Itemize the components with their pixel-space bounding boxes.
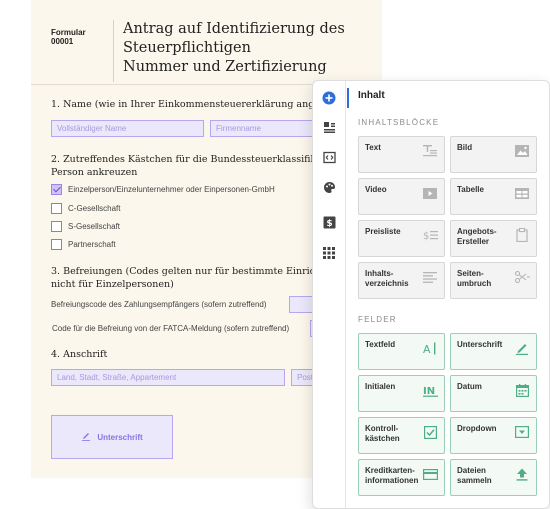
dropdown-icon — [514, 424, 530, 440]
checkbox[interactable] — [51, 202, 62, 214]
quote-builder-icon — [514, 227, 530, 243]
payee-code-label: Befreiungscode des Zahlungsempfängers (s… — [51, 300, 267, 309]
tile-label: Video — [365, 185, 387, 194]
title-line: Antrag auf Identifizierung des — [123, 21, 345, 37]
initials-icon: IN — [422, 382, 438, 398]
tile-label: Dateien sammeln — [457, 466, 492, 485]
section-name-heading: 1. Name (wie in Ihrer Einkommensteuererk… — [51, 99, 354, 110]
checkbox[interactable] — [51, 183, 62, 195]
pen-icon — [81, 431, 91, 443]
svg-text:$: $ — [326, 219, 332, 229]
tile-label: Preisliste — [365, 227, 401, 236]
add-icon[interactable] — [321, 90, 337, 106]
field-credit-card[interactable]: Kreditkarten- informationen — [358, 459, 445, 496]
block-text[interactable]: Text — [358, 136, 445, 173]
tile-label: Datum — [457, 382, 482, 391]
checkbox-option-c-corp[interactable]: C-Gesellschaft — [51, 202, 120, 214]
tile-label: Angebots- Ersteller — [457, 227, 497, 246]
form-number: 00001 — [51, 37, 74, 46]
palette-icon[interactable] — [321, 179, 337, 195]
svg-text:IN: IN — [423, 386, 435, 397]
address-field[interactable]: Land, Stadt, Straße, Appartement — [51, 369, 285, 386]
signature-label: Unterschrift — [97, 432, 143, 442]
checkbox[interactable] — [51, 220, 62, 232]
checkbox-label: C-Gesellschaft — [68, 203, 121, 213]
price-list-icon: $ — [422, 227, 438, 243]
field-text[interactable]: Textfeld A — [358, 333, 445, 370]
checkbox-option-s-corp[interactable]: S-Gesellschaft — [51, 220, 120, 232]
field-checkbox[interactable]: Kontroll- kästchen — [358, 417, 445, 454]
checkbox[interactable] — [51, 238, 62, 250]
document-header: Formular 00001 Antrag auf Identifizierun… — [31, 0, 382, 84]
checkbox-option-partnership[interactable]: Partnerschaft — [51, 238, 116, 250]
signature-box[interactable]: Unterschrift — [51, 415, 173, 459]
form-label: Formular — [51, 28, 86, 37]
tile-label: Initialen — [365, 382, 396, 391]
upload-icon — [514, 466, 530, 482]
title-line: Nummer und Zertifizierung — [123, 59, 327, 75]
dollar-icon[interactable]: $ — [321, 214, 337, 230]
active-tab-indicator — [347, 88, 349, 108]
block-video[interactable]: Video — [358, 178, 445, 215]
block-image[interactable]: Bild — [450, 136, 537, 173]
tile-label: Inhalts- verzeichnis — [365, 269, 409, 288]
checkbox-label: S-Gesellschaft — [68, 221, 121, 231]
fields-heading: FELDER — [358, 315, 397, 324]
checkbox-label: Einzelperson/Einzelunternehmer oder Einp… — [68, 184, 275, 194]
tile-label: Kontroll- kästchen — [365, 424, 400, 443]
field-date[interactable]: Datum — [450, 375, 537, 412]
field-file-upload[interactable]: Dateien sammeln — [450, 459, 537, 496]
title-line: Steuerpflichtigen — [123, 40, 251, 56]
table-icon — [514, 185, 530, 201]
blocks-icon[interactable] — [321, 119, 337, 135]
block-table[interactable]: Tabelle — [450, 178, 537, 215]
tile-label: Text — [365, 143, 381, 152]
signature-icon — [514, 340, 530, 356]
field-signature[interactable]: Unterschrift — [450, 333, 537, 370]
toc-icon — [422, 269, 438, 285]
content-blocks-heading: INHALTSBLÖCKE — [358, 118, 440, 127]
tile-label: Dropdown — [457, 424, 497, 433]
block-page-break[interactable]: Seiten- umbruch — [450, 262, 537, 299]
checkbox-icon — [422, 424, 438, 440]
tile-label: Unterschrift — [457, 340, 503, 349]
fatca-code-label: Code für die Befreiung von der FATCA-Mel… — [52, 324, 290, 333]
panel-title: Inhalt — [358, 90, 385, 101]
section-address-heading: 4. Anschrift — [51, 349, 108, 360]
credit-card-icon — [422, 466, 438, 482]
block-table-of-contents[interactable]: Inhalts- verzeichnis — [358, 262, 445, 299]
side-rail: $ — [313, 81, 346, 508]
checkbox-label: Partnerschaft — [68, 239, 116, 249]
field-initials[interactable]: Initialen IN — [358, 375, 445, 412]
image-icon — [514, 143, 530, 159]
video-icon — [422, 185, 438, 201]
page-break-icon — [514, 269, 530, 285]
block-price-list[interactable]: Preisliste $ — [358, 220, 445, 257]
full-name-field[interactable]: Vollständiger Name — [51, 120, 204, 137]
calendar-icon — [514, 382, 530, 398]
checkbox-option-individual[interactable]: Einzelperson/Einzelunternehmer oder Einp… — [51, 183, 275, 195]
tile-label: Seiten- umbruch — [457, 269, 492, 288]
text-field-icon: A — [422, 340, 438, 356]
header-divider — [113, 20, 114, 82]
svg-text:A: A — [423, 343, 431, 355]
embed-icon[interactable] — [321, 149, 337, 165]
field-dropdown[interactable]: Dropdown — [450, 417, 537, 454]
tile-label: Textfeld — [365, 340, 396, 349]
svg-text:$: $ — [423, 231, 429, 241]
text-icon — [422, 143, 438, 159]
document-title: Antrag auf Identifizierung des Steuerpfl… — [123, 20, 373, 77]
content-panel: $ Inhalt INHALTSBLÖCKE Text Bild Video T… — [312, 80, 550, 509]
block-quote-builder[interactable]: Angebots- Ersteller — [450, 220, 537, 257]
tile-label: Bild — [457, 143, 473, 152]
apps-grid-icon[interactable] — [321, 245, 337, 261]
tile-label: Tabelle — [457, 185, 484, 194]
